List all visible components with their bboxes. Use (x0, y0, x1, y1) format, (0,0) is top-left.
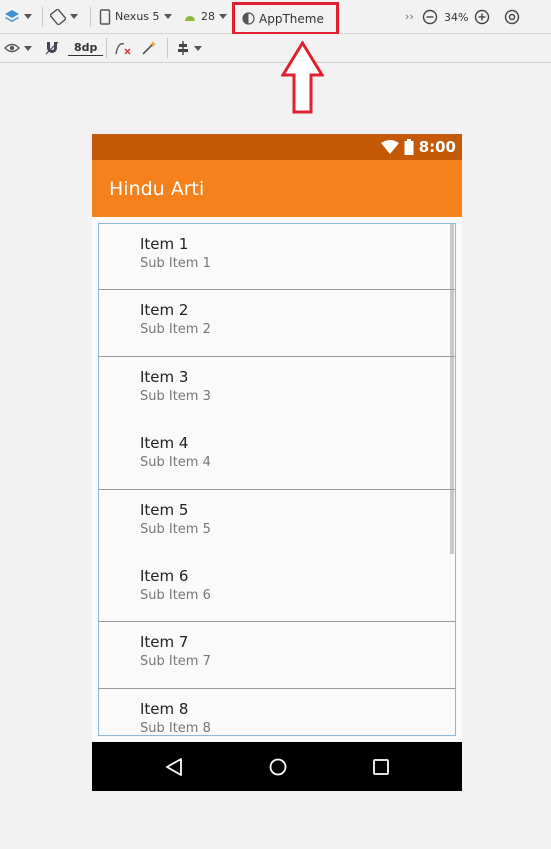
separator (42, 6, 43, 27)
wifi-icon (380, 140, 399, 154)
list-item[interactable]: Item 2 Sub Item 2 (99, 290, 455, 357)
align-dropdown[interactable] (176, 34, 202, 62)
layout-toolbar: 8dp (0, 34, 551, 63)
list-item-title: Item 3 (140, 367, 189, 386)
layers-icon (4, 9, 20, 25)
navigation-bar (92, 742, 462, 791)
chevron-down-icon (219, 14, 227, 19)
magic-wand-icon (141, 40, 157, 56)
separator (106, 38, 107, 58)
device-label: Nexus 5 (115, 10, 160, 23)
list-item-subtitle: Sub Item 3 (140, 388, 211, 404)
list-item[interactable]: Item 4 Sub Item 4 (99, 423, 455, 490)
phone-icon (99, 8, 111, 25)
list-item-subtitle: Sub Item 7 (140, 654, 211, 670)
recents-icon[interactable] (372, 758, 390, 776)
zoom-in-icon[interactable] (474, 9, 490, 25)
zoom-fit-icon[interactable] (504, 9, 520, 25)
list-item-subtitle: Sub Item 2 (140, 322, 211, 338)
theme-icon (242, 12, 255, 25)
status-bar: 8:00 (92, 134, 462, 160)
home-icon[interactable] (268, 757, 288, 777)
android-icon (183, 11, 197, 23)
align-icon (176, 40, 190, 56)
chevron-down-icon (163, 14, 172, 19)
theme-dropdown[interactable]: AppTheme (232, 2, 339, 35)
theme-label: AppTheme (259, 11, 324, 26)
list-item[interactable]: Item 3 Sub Item 3 (99, 357, 455, 423)
list-item-title: Item 1 (140, 235, 189, 253)
list-item[interactable]: Item 7 Sub Item 7 (99, 622, 455, 689)
list-item-title: Item 5 (140, 500, 189, 519)
chevron-down-icon (24, 45, 32, 51)
clear-constraints-icon (114, 40, 132, 56)
autoconnect-toggle[interactable] (44, 34, 60, 62)
chevron-down-icon (70, 14, 78, 19)
list-item-title: Item 2 (140, 301, 189, 320)
separator (167, 38, 168, 58)
battery-icon (404, 139, 414, 155)
separator (90, 6, 91, 27)
zoom-out-icon[interactable] (422, 9, 438, 25)
list-item[interactable]: Item 5 Sub Item 5 (99, 490, 455, 556)
rotate-icon (50, 8, 66, 25)
list-view[interactable]: Item 1 Sub Item 1 Item 2 Sub Item 2 Item… (98, 223, 456, 736)
chevron-down-icon (24, 14, 32, 19)
clear-constraints-button[interactable] (114, 34, 132, 62)
orientation-dropdown[interactable] (50, 0, 78, 33)
overflow-label: ›› (405, 10, 414, 23)
list-item-subtitle: Sub Item 1 (140, 256, 211, 271)
api-level-label: 28 (201, 10, 215, 23)
list-item[interactable]: Item 6 Sub Item 6 (99, 556, 455, 623)
app-bar: Hindu Arti (92, 160, 462, 217)
device-dropdown[interactable]: Nexus 5 (99, 0, 172, 33)
back-icon[interactable] (164, 757, 184, 777)
default-margins-button[interactable]: 8dp (68, 34, 104, 62)
annotation-arrow-icon (280, 40, 325, 118)
device-preview: 8:00 Hindu Arti Item 1 Sub Item 1 Item 2… (92, 134, 462, 791)
status-time: 8:00 (418, 138, 456, 156)
layers-dropdown[interactable] (4, 0, 32, 33)
view-options-dropdown[interactable] (4, 34, 32, 62)
zoom-controls: 34% (422, 0, 520, 34)
margin-label: 8dp (68, 41, 104, 56)
api-level-dropdown[interactable]: 28 (183, 0, 227, 33)
eye-icon (4, 42, 20, 54)
list-item[interactable]: Item 8 Sub Item 8 (99, 689, 455, 736)
magnet-icon (44, 40, 60, 56)
list-item-title: Item 8 (140, 699, 189, 718)
list-item[interactable]: Item 1 Sub Item 1 (99, 224, 455, 291)
list-item-subtitle: Sub Item 5 (140, 521, 211, 537)
zoom-level: 34% (444, 10, 469, 24)
list-item-title: Item 6 (140, 566, 189, 585)
list-item-title: Item 7 (140, 633, 189, 652)
list-item-subtitle: Sub Item 8 (140, 720, 211, 736)
infer-constraints-button[interactable] (141, 34, 157, 62)
list-item-subtitle: Sub Item 6 (140, 587, 211, 603)
overflow-button[interactable]: ›› (405, 0, 414, 33)
chevron-down-icon (194, 45, 202, 51)
app-title: Hindu Arti (109, 177, 205, 200)
list-item-subtitle: Sub Item 4 (140, 455, 211, 471)
list-item-title: Item 4 (140, 434, 189, 453)
